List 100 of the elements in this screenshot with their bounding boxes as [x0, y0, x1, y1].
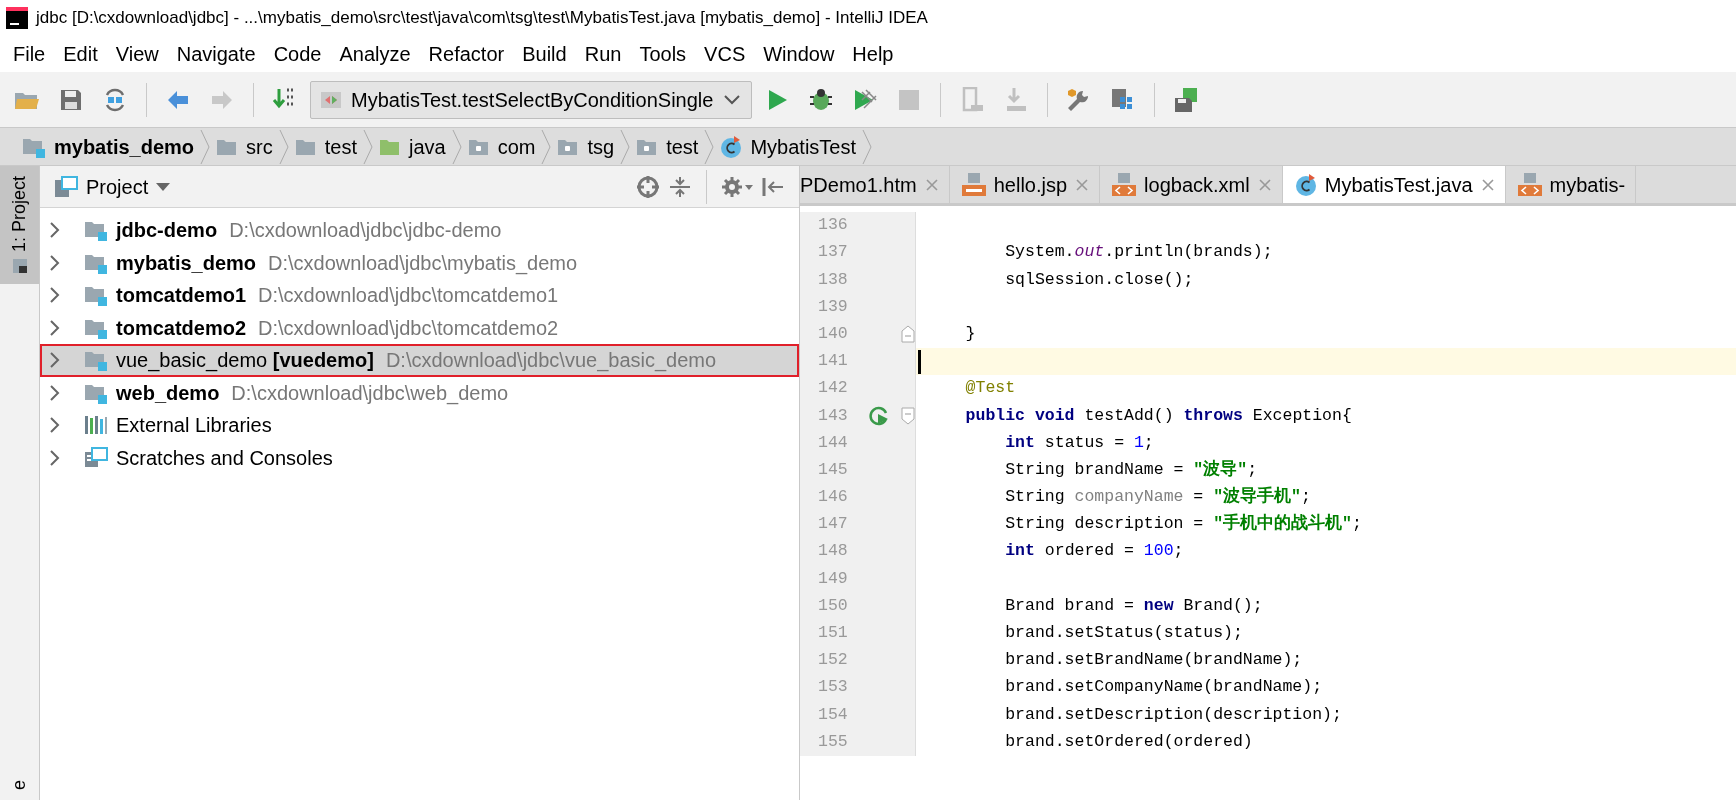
- editor-tab[interactable]: MybatisTest.java: [1282, 166, 1506, 203]
- class-icon: [1294, 173, 1317, 196]
- jsp-file-icon: [961, 172, 986, 197]
- close-icon: [924, 177, 939, 192]
- dropdown-arrow-icon[interactable]: [156, 181, 171, 192]
- tool-window-tab[interactable]: e: [0, 770, 39, 800]
- breadcrumb-separator-icon: [704, 128, 715, 165]
- menu-item[interactable]: VCS: [695, 38, 755, 69]
- code-line: brand.setOrdered(ordered): [1004, 730, 1253, 753]
- bug-icon[interactable]: [808, 86, 835, 113]
- code-line: String companyName = "波导手机";: [1004, 485, 1311, 509]
- line-number: 151: [818, 622, 849, 645]
- module-path: D:\cxdownload\jdbc\mybatis_demo: [268, 250, 578, 277]
- line-number: 154: [818, 703, 849, 726]
- menu-item[interactable]: Edit: [54, 38, 107, 69]
- menu-item[interactable]: Analyze: [330, 38, 420, 69]
- line-number: 144: [818, 431, 849, 454]
- panel-title: Project: [86, 174, 149, 200]
- settings-icon[interactable]: [721, 174, 753, 199]
- line-number: 137: [818, 241, 849, 264]
- line-number: 149: [818, 567, 849, 590]
- menu-item[interactable]: View: [106, 38, 168, 69]
- menu-item[interactable]: Code: [264, 38, 331, 69]
- menu-item[interactable]: Run: [575, 38, 631, 69]
- config-icon: [321, 90, 341, 109]
- close-icon: [1257, 177, 1272, 192]
- module-name: tomcatdemo2: [116, 315, 247, 341]
- fold-marker-icon[interactable]: [901, 406, 915, 425]
- close-icon: [1075, 177, 1090, 192]
- class-icon: [720, 135, 743, 158]
- tree-item[interactable]: web_demo D:\cxdownload\jdbc\web_demo: [40, 376, 799, 409]
- breadcrumb-item[interactable]: java: [373, 131, 452, 162]
- tool-window-tab[interactable]: 1: Project: [0, 166, 39, 285]
- menu-item[interactable]: Refactor: [419, 38, 514, 69]
- breadcrumb-item[interactable]: mybatis_demo: [16, 131, 201, 162]
- fold-marker-icon[interactable]: [901, 325, 915, 344]
- tree-item[interactable]: mybatis_demo D:\cxdownload\jdbc\mybatis_demo: [40, 246, 799, 279]
- tree-item[interactable]: tomcatdemo1 D:\cxdownload\jdbc\tomcatdemo1: [40, 279, 799, 312]
- xml-file-icon: [1112, 172, 1137, 197]
- module-path: D:\cxdownload\jdbc\tomcatdemo2: [258, 315, 559, 341]
- menu-item[interactable]: Tools: [630, 38, 696, 69]
- run-configuration-dropdown[interactable]: MybatisTest.testSelectByConditionSingle: [310, 80, 753, 119]
- breadcrumb-item[interactable]: test: [630, 131, 705, 162]
- breadcrumb-separator-icon: [862, 128, 872, 165]
- line-number: 142: [818, 377, 849, 400]
- app-logo-icon: [6, 6, 28, 29]
- breadcrumb-separator-icon: [200, 128, 211, 165]
- module-name: web_demo: [116, 380, 220, 406]
- breadcrumb-item[interactable]: tsg: [551, 131, 621, 162]
- tree-item[interactable]: Scratches and Consoles: [40, 441, 799, 474]
- module-name: vue_basic_demo [vuedemo]: [116, 348, 374, 374]
- breadcrumb-item[interactable]: src: [210, 131, 279, 162]
- line-number: 138: [818, 268, 849, 291]
- code-line: Brand brand = new Brand();: [1004, 594, 1263, 617]
- breadcrumb-item[interactable]: MybatisTest: [714, 131, 862, 162]
- code-line: int status = 1;: [1004, 431, 1154, 454]
- tree-item[interactable]: vue_basic_demo [vuedemo] D:\cxdownload\jdbc\vue_basic_demo: [40, 344, 799, 377]
- breadcrumb-item[interactable]: com: [461, 131, 542, 162]
- module-path: D:\cxdownload\jdbc\web_demo: [231, 380, 509, 407]
- module-name: jdbc-demo: [116, 218, 218, 244]
- breadcrumb-separator-icon: [278, 128, 289, 165]
- module-name: mybatis_demo: [116, 250, 257, 276]
- module-folder-icon: [84, 349, 108, 372]
- menu-item[interactable]: Help: [843, 38, 903, 69]
- code-line: String description = "手机中的战斗机";: [1004, 512, 1362, 536]
- run-test-icon[interactable]: [868, 404, 890, 427]
- sdk-manager-icon[interactable]: [1173, 86, 1200, 113]
- code-line: int ordered = 100;: [1004, 540, 1184, 563]
- line-number: 143: [818, 404, 849, 427]
- chevron-down-icon: [723, 93, 742, 106]
- menu-item[interactable]: File: [4, 38, 55, 69]
- tree-item[interactable]: External Libraries: [40, 409, 799, 442]
- collapse-icon[interactable]: [668, 174, 692, 199]
- window-title: jdbc [D:\cxdownload\jdbc] - ...\mybatis_demo\src\test\java\com\tsg\test\MybatisTest.java [mybatis_demo] - IntelliJ IDEA: [36, 6, 928, 29]
- module-name: Scratches and Consoles: [116, 445, 333, 471]
- line-number: 139: [818, 295, 849, 318]
- line-number: 141: [818, 350, 849, 373]
- tree-item[interactable]: tomcatdemo2 D:\cxdownload\jdbc\tomcatdemo2: [40, 311, 799, 344]
- line-number: 146: [818, 486, 849, 509]
- module-name: tomcatdemo1: [116, 283, 247, 309]
- line-number: 148: [818, 540, 849, 563]
- line-number: 152: [818, 649, 849, 672]
- breadcrumb-separator-icon: [363, 128, 373, 165]
- locate-icon[interactable]: [636, 174, 660, 199]
- scratches-icon: [84, 446, 108, 469]
- line-number: 145: [818, 458, 849, 481]
- text-caret: [918, 349, 921, 374]
- menu-item[interactable]: Navigate: [167, 38, 265, 69]
- breadcrumb-separator-icon: [541, 128, 552, 165]
- coverage-run-icon[interactable]: [852, 86, 879, 113]
- breadcrumb-item[interactable]: test: [288, 131, 363, 162]
- menu-item[interactable]: Build: [513, 38, 576, 69]
- line-number: 155: [818, 730, 849, 753]
- code-line: public void testAdd() throws Exception{: [964, 404, 1352, 427]
- editor-tab[interactable]: PDemo1.htm: [800, 166, 950, 203]
- code-line: sqlSession.close();: [1004, 268, 1194, 291]
- tree-item[interactable]: jdbc-demo D:\cxdownload\jdbc\jdbc-demo: [40, 214, 799, 247]
- menu-item[interactable]: Window: [754, 38, 844, 69]
- project-view-icon: [54, 175, 78, 198]
- code-line: System.out.println(brands);: [1004, 241, 1273, 264]
